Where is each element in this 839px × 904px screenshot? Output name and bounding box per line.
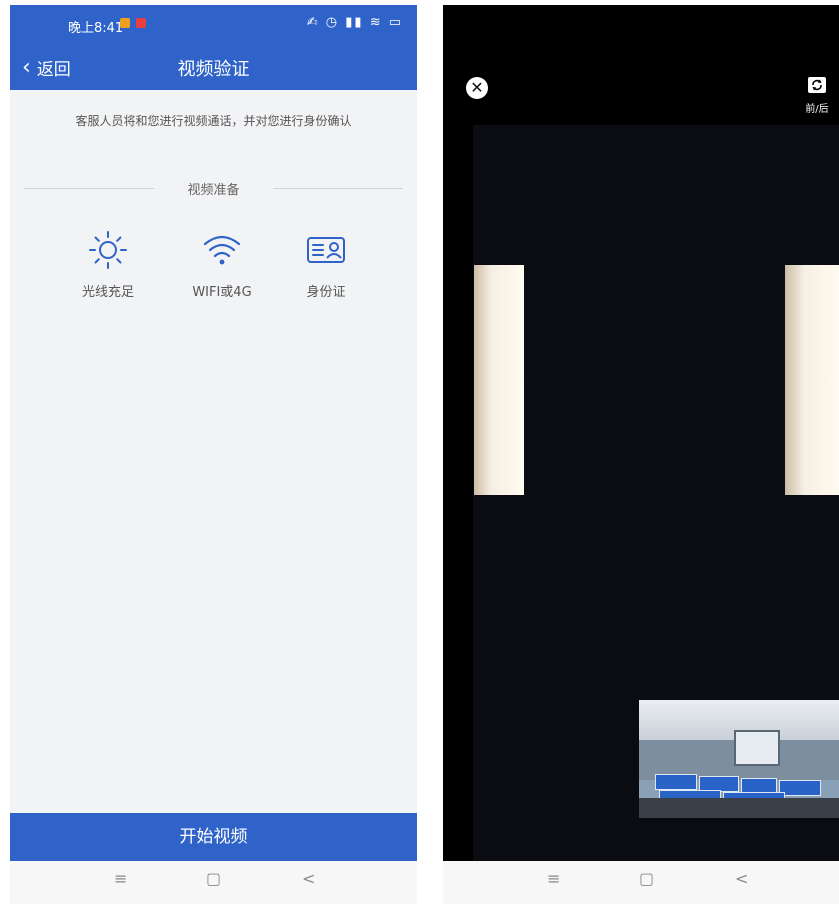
camera-window-light: [785, 265, 839, 495]
divider: [273, 188, 403, 189]
wifi-icon: [172, 227, 272, 273]
system-nav-bar: ≡ ▢ <: [10, 861, 417, 904]
flip-label: 前/后: [805, 104, 829, 115]
id-card-icon: [276, 227, 376, 273]
sun-icon: [58, 227, 158, 273]
menu-icon[interactable]: ≡: [114, 869, 127, 888]
prep-label-lighting: 光线充足: [81, 285, 134, 300]
app-header: 晚上8:41 ✍ ◷ ▮▮ ≋ ▭ ‹ 返回 视频验证: [10, 5, 417, 90]
camera-switch-icon: [808, 77, 826, 93]
menu-icon[interactable]: ≡: [547, 869, 560, 888]
prep-label-id: 身份证: [306, 285, 346, 300]
self-view-preview[interactable]: [639, 700, 839, 818]
status-time: 晚上8:41: [68, 21, 124, 36]
close-icon[interactable]: ✕: [466, 77, 488, 99]
notification-badge-icon: [120, 18, 130, 28]
notification-badge-icon: [136, 18, 146, 28]
flip-camera-button[interactable]: 前/后: [795, 75, 839, 115]
camera-window-light: [474, 265, 524, 495]
preview-window: [734, 730, 780, 766]
back-icon[interactable]: <: [302, 869, 315, 888]
preview-box: [779, 780, 821, 796]
video-call-screen: ✕ 前/后 ≡ ▢ <: [443, 5, 839, 904]
back-icon[interactable]: <: [735, 869, 748, 888]
status-icons: ✍ ◷ ▮▮ ≋ ▭: [306, 15, 403, 30]
home-icon[interactable]: ▢: [639, 869, 654, 888]
system-nav-bar: ≡ ▢ <: [443, 861, 839, 904]
start-video-button[interactable]: 开始视频: [10, 813, 417, 861]
home-icon[interactable]: ▢: [206, 869, 221, 888]
page-title: 视频验证: [177, 59, 250, 80]
prep-label-network: WIFI或4G: [192, 285, 252, 300]
preview-box: [655, 774, 697, 790]
prep-item-lighting: 光线充足: [58, 227, 158, 300]
preview-desk: [639, 798, 839, 818]
prep-item-id: 身份证: [276, 227, 376, 300]
video-verify-screen: 晚上8:41 ✍ ◷ ▮▮ ≋ ▭ ‹ 返回 视频验证 客服人员将和您进行视频通…: [10, 5, 417, 904]
prep-item-network: WIFI或4G: [172, 227, 272, 300]
intro-text: 客服人员将和您进行视频通话，并对您进行身份确认: [75, 114, 352, 128]
